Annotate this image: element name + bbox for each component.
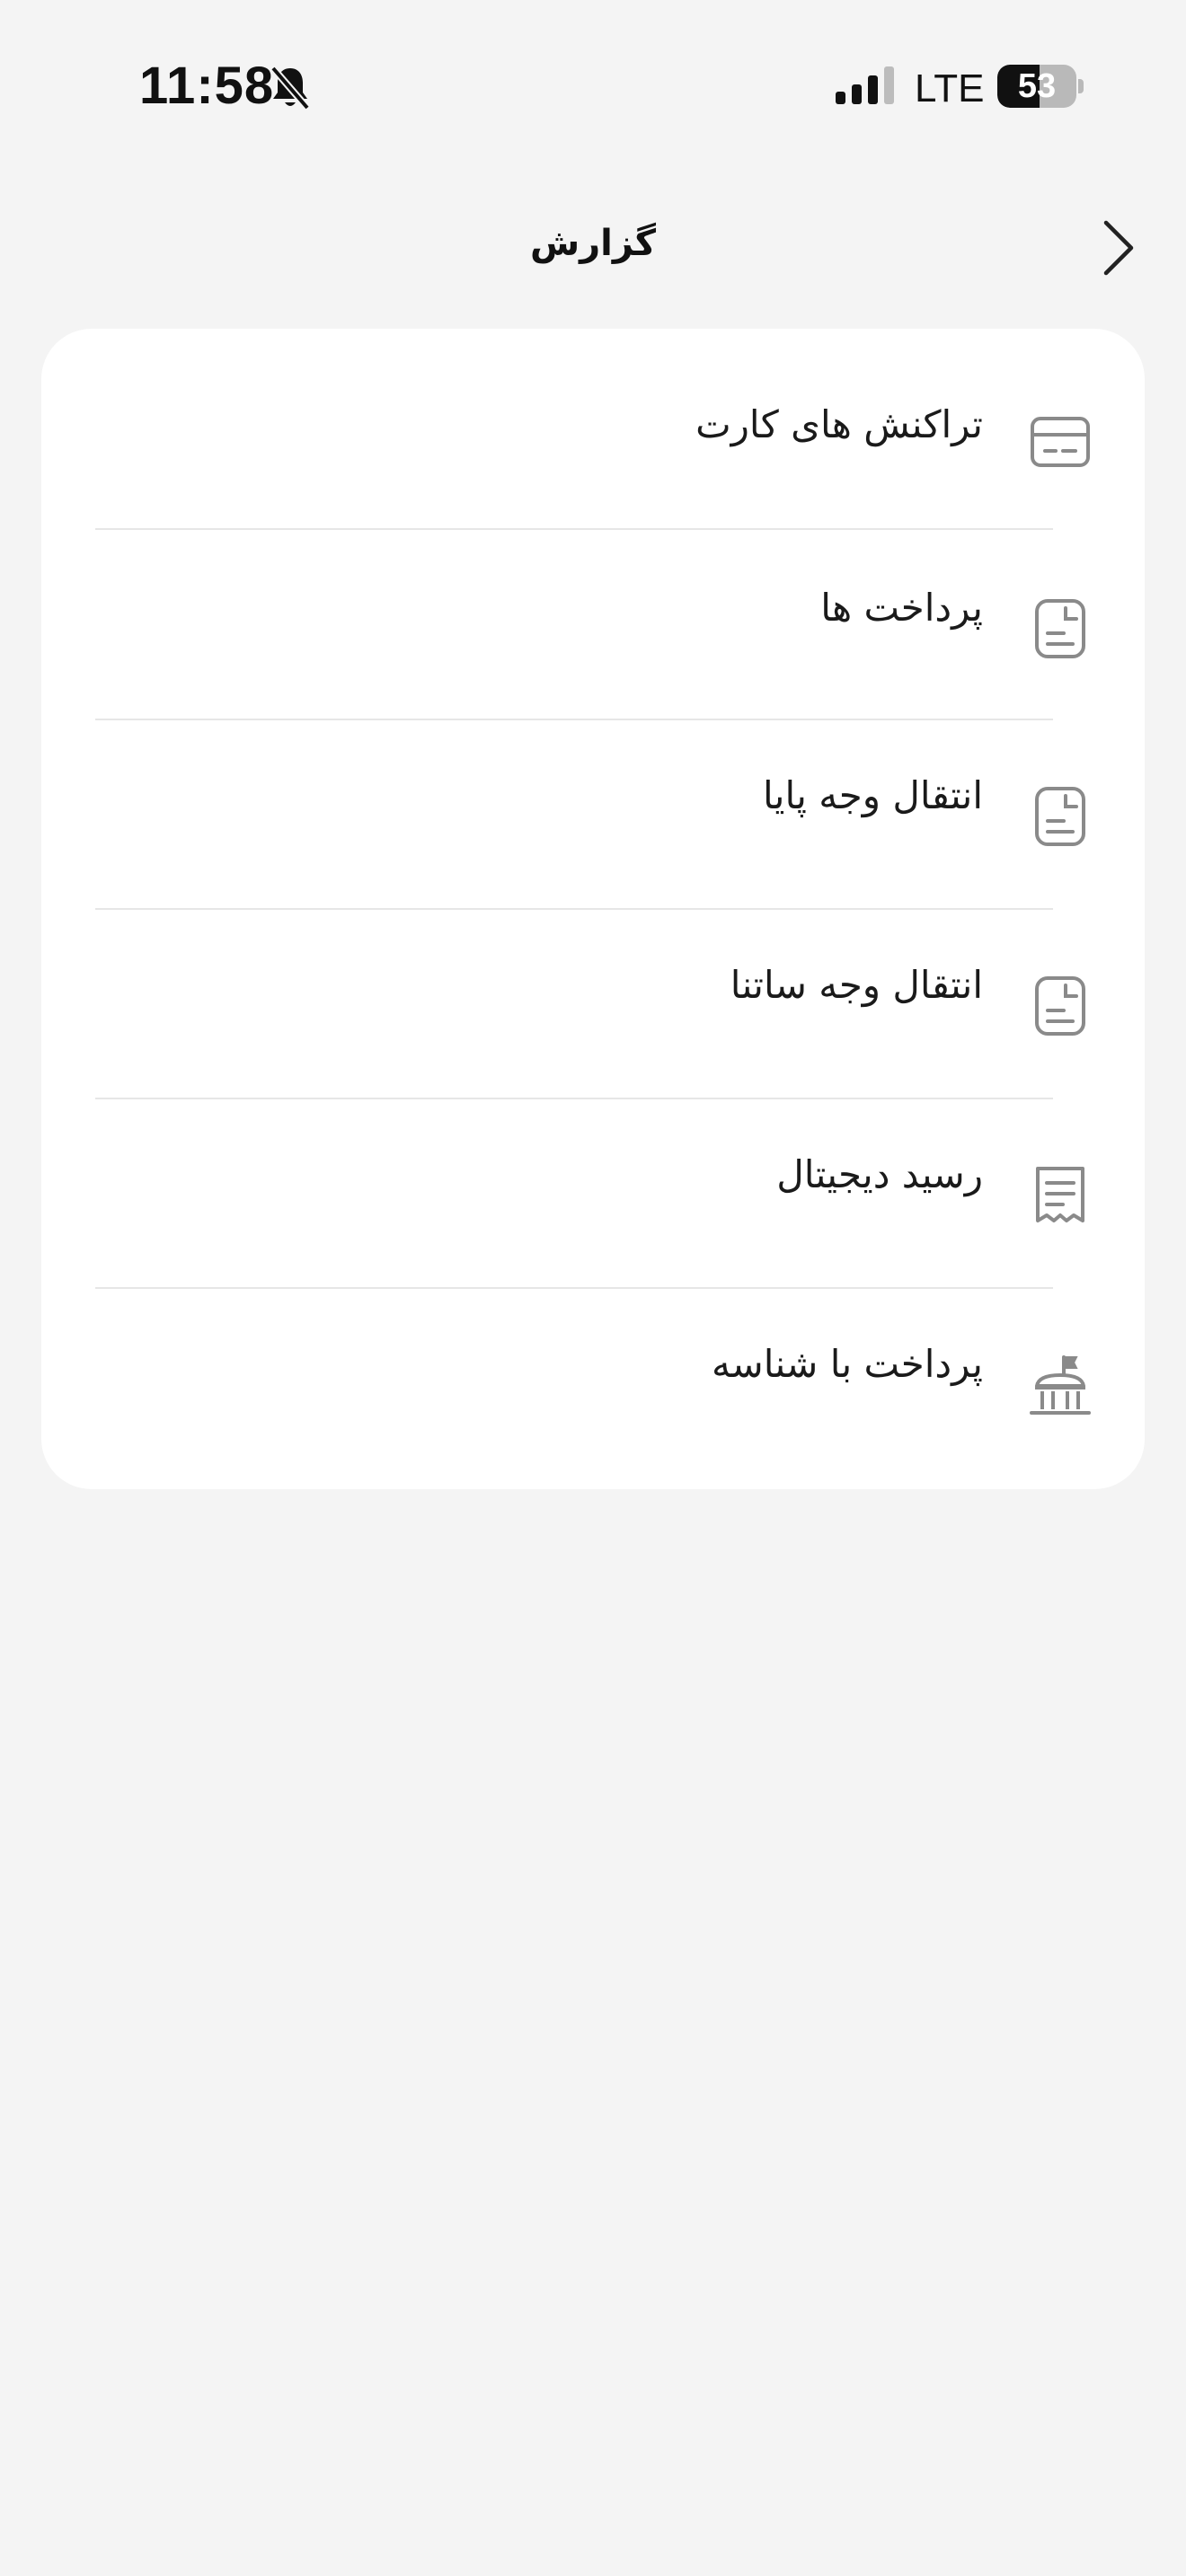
document-icon	[1024, 781, 1096, 852]
report-menu-card: تراکنش های کارت پرداخت ها انتقال وجه پای…	[41, 329, 1145, 1489]
menu-item-satna-transfer[interactable]: انتقال وجه ساتنا	[41, 898, 1145, 1087]
chevron-right-icon	[1103, 220, 1134, 276]
bell-slash-icon	[270, 66, 311, 110]
menu-item-label: تراکنش های کارت	[695, 402, 983, 446]
menu-item-card-transactions[interactable]: تراکنش های کارت	[41, 329, 1145, 517]
document-icon	[1024, 970, 1096, 1042]
bank-icon	[1024, 1351, 1096, 1423]
page-title: گزارش	[529, 223, 657, 264]
network-type: LTE	[915, 66, 985, 110]
status-bar: 11:58 LTE 53	[0, 0, 1186, 171]
menu-item-label: انتقال وجه ساتنا	[730, 963, 983, 1007]
menu-item-paya-transfer[interactable]: انتقال وجه پایا	[41, 709, 1145, 897]
menu-item-payment-by-id[interactable]: پرداخت با شناسه	[41, 1277, 1145, 1466]
status-time: 11:58	[139, 57, 275, 115]
menu-item-payments[interactable]: پرداخت ها	[41, 519, 1145, 708]
signal-icon	[836, 66, 894, 104]
receipt-icon	[1024, 1160, 1096, 1231]
menu-item-label: رسید دیجیتال	[776, 1152, 983, 1196]
battery-icon: 53	[997, 65, 1084, 108]
battery-level: 53	[1017, 67, 1057, 105]
back-button[interactable]	[1087, 212, 1150, 284]
card-icon	[1024, 406, 1096, 478]
menu-item-digital-receipt[interactable]: رسید دیجیتال	[41, 1088, 1145, 1276]
menu-item-label: پرداخت با شناسه	[712, 1342, 983, 1386]
menu-item-label: انتقال وجه پایا	[762, 773, 983, 817]
menu-item-label: پرداخت ها	[820, 586, 983, 630]
document-icon	[1024, 593, 1096, 665]
